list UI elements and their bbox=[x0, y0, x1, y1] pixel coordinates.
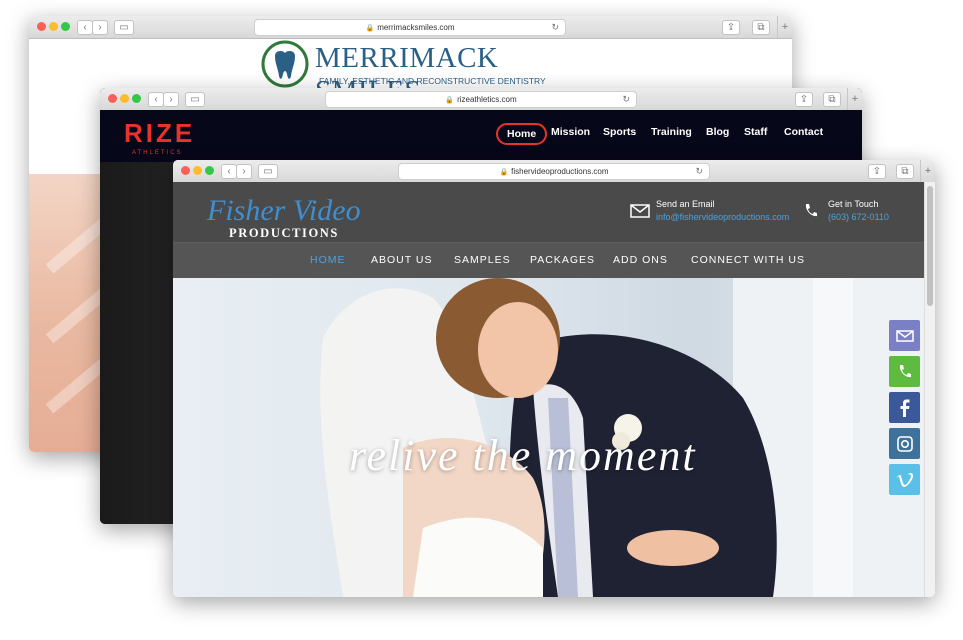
minimize-button[interactable] bbox=[193, 166, 202, 175]
scrollbar[interactable] bbox=[924, 182, 935, 597]
lock-icon: 🔒 bbox=[499, 169, 509, 176]
fisher-logo-script[interactable]: Fisher Video bbox=[207, 194, 361, 228]
sidebar-icon[interactable]: ▭ bbox=[114, 20, 134, 35]
nav-connect-with-us[interactable]: CONNECT WITH US bbox=[691, 254, 805, 266]
new-tab-icon[interactable]: + bbox=[847, 88, 862, 110]
new-tab-icon[interactable]: + bbox=[920, 160, 935, 182]
nav-home[interactable]: HOME bbox=[310, 254, 346, 266]
url-text: fishervideoproductions.com bbox=[511, 167, 609, 176]
zoom-button[interactable] bbox=[205, 166, 214, 175]
forward-icon[interactable]: › bbox=[236, 164, 252, 179]
reload-icon[interactable]: ↻ bbox=[695, 164, 703, 179]
fisher-logo-block: PRODUCTIONS bbox=[229, 226, 339, 240]
main-nav: HOME ABOUT US SAMPLES PACKAGES ADD ONS C… bbox=[173, 242, 925, 279]
scrollbar-thumb[interactable] bbox=[927, 186, 933, 306]
phone-label: Get in Touch bbox=[828, 199, 879, 209]
nav-samples[interactable]: SAMPLES bbox=[454, 254, 511, 266]
address-bar[interactable]: 🔒 fishervideoproductions.com ↻ bbox=[398, 163, 710, 180]
sidebar-icon[interactable]: ▭ bbox=[185, 92, 205, 107]
facebook-icon[interactable] bbox=[889, 392, 920, 423]
nav-sports[interactable]: Sports bbox=[603, 126, 636, 138]
hero-image: relive the moment bbox=[173, 278, 925, 597]
phone-icon[interactable] bbox=[889, 356, 920, 387]
phone-link[interactable]: (603) 672-0110 bbox=[828, 212, 889, 222]
close-button[interactable] bbox=[181, 166, 190, 175]
minimize-button[interactable] bbox=[49, 22, 58, 31]
instagram-icon[interactable] bbox=[889, 428, 920, 459]
tooth-icon bbox=[261, 40, 309, 88]
address-bar[interactable]: 🔒 rizeathletics.com ↻ bbox=[325, 91, 637, 108]
back-icon[interactable]: ‹ bbox=[221, 164, 237, 179]
minimize-button[interactable] bbox=[120, 94, 129, 103]
email-label: Send an Email bbox=[656, 199, 715, 209]
browser-window-fisher[interactable]: ‹ › ▭ 🔒 fishervideoproductions.com ↻ ⇪ ⧉ … bbox=[173, 160, 935, 597]
back-icon[interactable]: ‹ bbox=[77, 20, 93, 35]
lock-icon: 🔒 bbox=[445, 97, 455, 104]
nav-training[interactable]: Training bbox=[651, 126, 692, 138]
rize-logo[interactable]: RIZE bbox=[124, 118, 195, 149]
logo-subtitle: FAMILY, ESTHETIC AND RECONSTRUCTIVE DENT… bbox=[319, 76, 546, 86]
nav-add-ons[interactable]: ADD ONS bbox=[613, 254, 668, 266]
close-button[interactable] bbox=[37, 22, 46, 31]
email-link[interactable]: info@fishervideoproductions.com bbox=[656, 212, 789, 222]
browser-toolbar: ‹ › ▭ 🔒 rizeathletics.com ↻ ⇪ ⧉ + bbox=[100, 88, 862, 111]
nav-about-us[interactable]: ABOUT US bbox=[371, 254, 432, 266]
nav-mission[interactable]: Mission bbox=[551, 126, 590, 138]
vimeo-icon[interactable] bbox=[889, 464, 920, 495]
nav-staff[interactable]: Staff bbox=[744, 126, 767, 138]
nav-packages[interactable]: PACKAGES bbox=[530, 254, 595, 266]
zoom-button[interactable] bbox=[132, 94, 141, 103]
forward-icon[interactable]: › bbox=[163, 92, 179, 107]
sidebar-icon[interactable]: ▭ bbox=[258, 164, 278, 179]
share-icon[interactable]: ⇪ bbox=[795, 92, 813, 107]
nav-home[interactable]: Home bbox=[496, 123, 548, 145]
browser-toolbar: ‹ › ▭ 🔒 fishervideoproductions.com ↻ ⇪ ⧉ … bbox=[173, 160, 935, 183]
hero-tagline: relive the moment bbox=[349, 431, 697, 480]
share-icon[interactable]: ⇪ bbox=[868, 164, 886, 179]
tabs-icon[interactable]: ⧉ bbox=[823, 92, 841, 107]
url-text: rizeathletics.com bbox=[457, 95, 517, 104]
rize-logo-sub: ATHLETICS bbox=[132, 150, 183, 156]
close-button[interactable] bbox=[108, 94, 117, 103]
new-tab-icon[interactable]: + bbox=[777, 16, 792, 38]
share-icon[interactable]: ⇪ bbox=[722, 20, 740, 35]
tabs-icon[interactable]: ⧉ bbox=[752, 20, 770, 35]
phone-icon bbox=[805, 204, 817, 217]
browser-toolbar: ‹ › ▭ 🔒 merrimacksmiles.com ↻ ⇪ ⧉ + bbox=[29, 16, 792, 39]
zoom-button[interactable] bbox=[61, 22, 70, 31]
reload-icon[interactable]: ↻ bbox=[622, 92, 630, 107]
url-text: merrimacksmiles.com bbox=[377, 23, 455, 32]
site-header: RIZE ATHLETICS Home Mission Sports Train… bbox=[100, 110, 862, 162]
nav-contact[interactable]: Contact bbox=[784, 126, 823, 138]
address-bar[interactable]: 🔒 merrimacksmiles.com ↻ bbox=[254, 19, 566, 36]
site-header: Fisher Video PRODUCTIONS Send an Email i… bbox=[173, 182, 925, 279]
envelope-icon bbox=[630, 204, 650, 218]
forward-icon[interactable]: › bbox=[92, 20, 108, 35]
nav-blog[interactable]: Blog bbox=[706, 126, 729, 138]
email-icon[interactable] bbox=[889, 320, 920, 351]
merrimack-logo[interactable]: MERRIMACK SMILES FAMILY, ESTHETIC AND RE… bbox=[261, 40, 561, 107]
lock-icon: 🔒 bbox=[365, 25, 375, 32]
tabs-icon[interactable]: ⧉ bbox=[896, 164, 914, 179]
reload-icon[interactable]: ↻ bbox=[551, 20, 559, 35]
back-icon[interactable]: ‹ bbox=[148, 92, 164, 107]
